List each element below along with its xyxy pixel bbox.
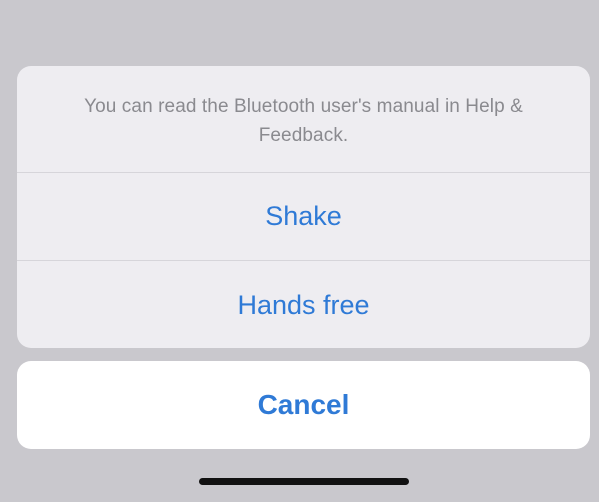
shake-button[interactable]: Shake bbox=[17, 173, 590, 260]
cancel-button[interactable]: Cancel bbox=[17, 361, 590, 449]
action-sheet: You can read the Bluetooth user's manual… bbox=[17, 66, 590, 348]
hands-free-button[interactable]: Hands free bbox=[17, 261, 590, 348]
home-indicator[interactable] bbox=[199, 478, 409, 485]
action-sheet-message: You can read the Bluetooth user's manual… bbox=[84, 96, 523, 146]
